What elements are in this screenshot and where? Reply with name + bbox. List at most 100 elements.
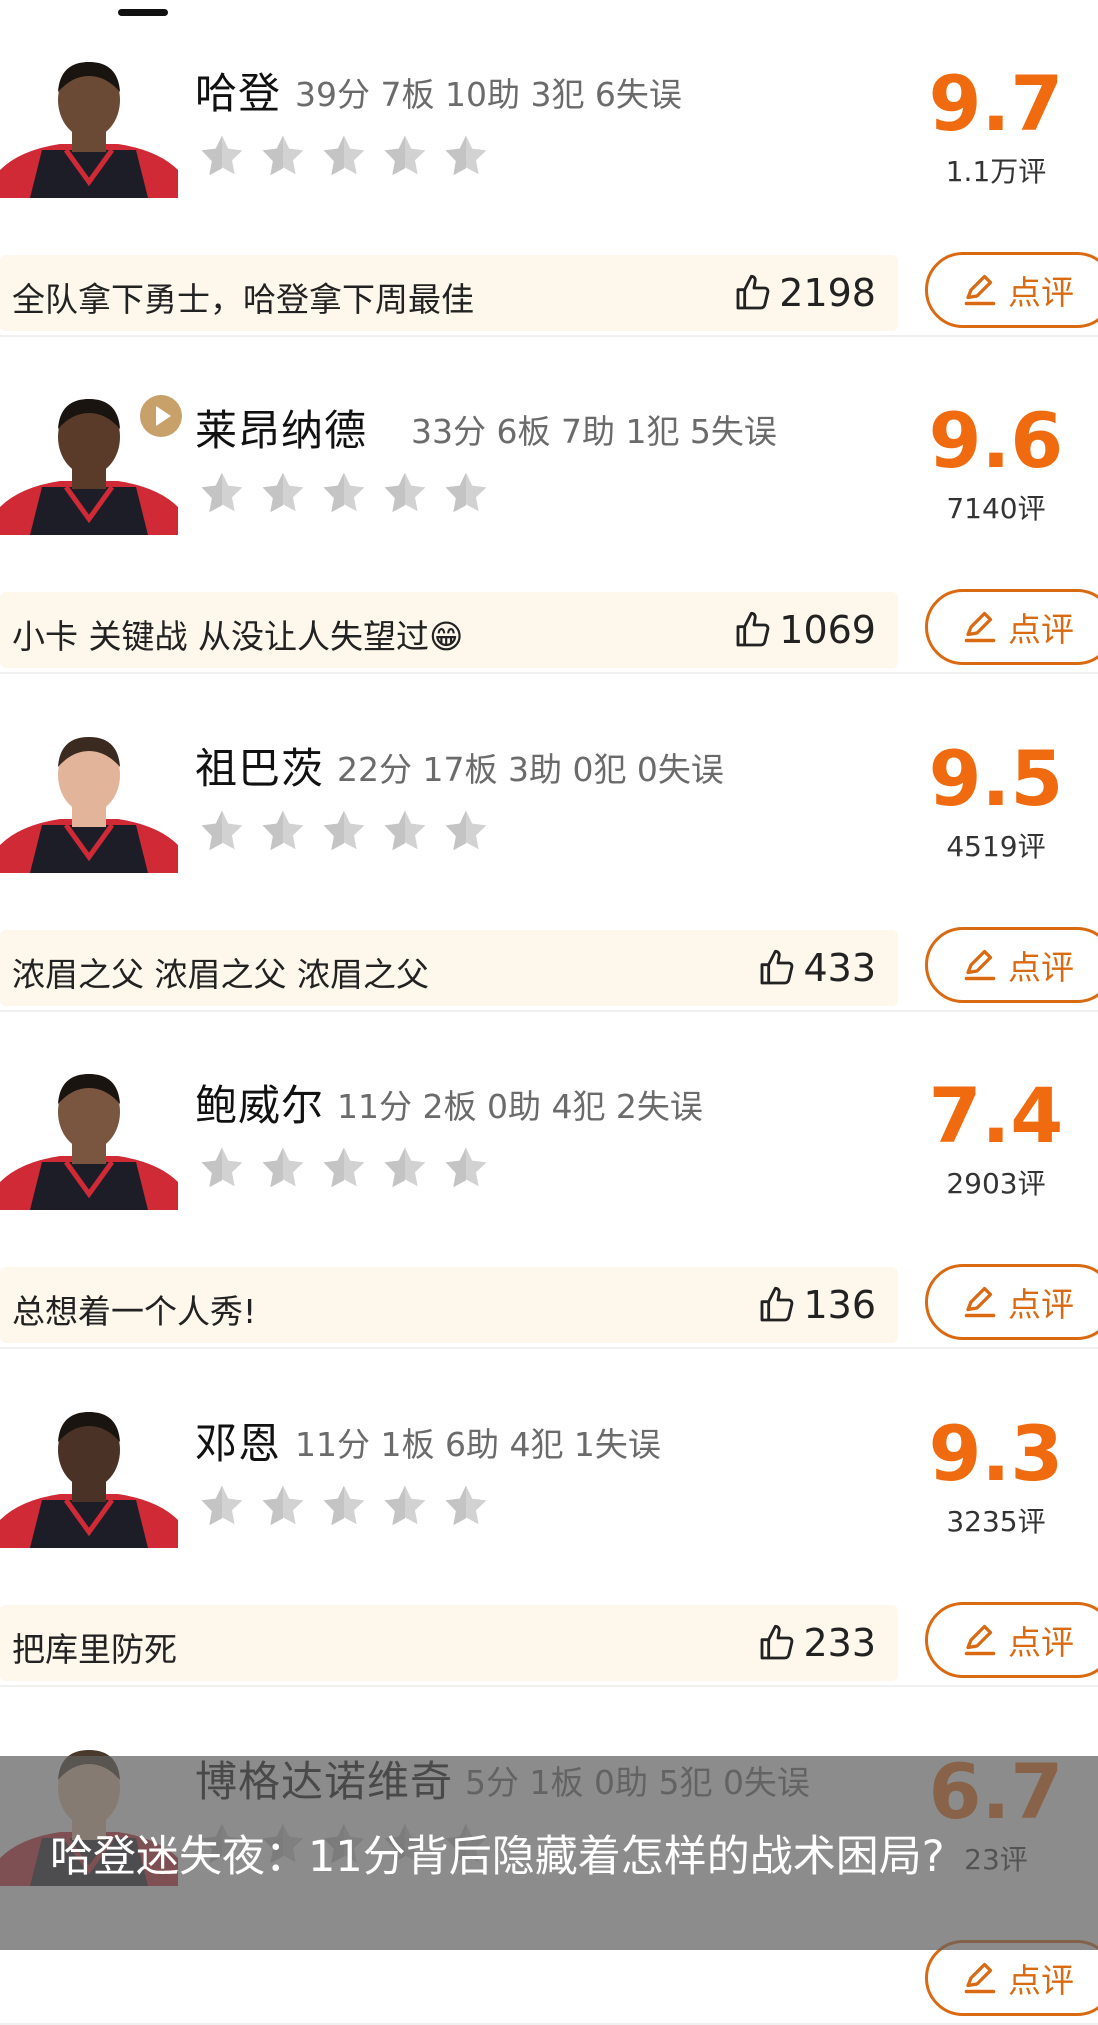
star-icon[interactable] xyxy=(442,132,490,180)
player-name[interactable]: 哈登 xyxy=(195,60,281,121)
star-icon[interactable] xyxy=(442,1144,490,1192)
pencil-icon xyxy=(964,274,996,306)
player-stats: 11分 1板 6助 4犯 1失误 xyxy=(295,1425,661,1464)
rating-stars[interactable] xyxy=(198,132,490,180)
player-name[interactable]: 莱昂纳德 xyxy=(195,397,367,458)
like-count: 2198 xyxy=(779,271,876,315)
star-icon[interactable] xyxy=(320,469,368,517)
caption-overlay: 哈登迷失夜：11分背后隐藏着怎样的战术困局? xyxy=(0,1756,1098,1950)
star-icon[interactable] xyxy=(259,1144,307,1192)
vote-count: 1.1万评 xyxy=(945,155,1047,188)
divider xyxy=(0,1347,1098,1349)
review-button[interactable]: 点评 xyxy=(925,927,1098,1003)
rating-stars[interactable] xyxy=(198,1482,490,1530)
pencil-icon xyxy=(964,1286,996,1318)
player-stats: 33分 6板 7助 1犯 5失误 xyxy=(411,412,777,451)
player-name[interactable]: 祖巴茨 xyxy=(195,735,324,796)
top-comment[interactable]: 总想着一个人秀! 136 xyxy=(0,1267,898,1343)
thumbs-up-icon xyxy=(736,274,770,310)
divider xyxy=(0,672,1098,674)
review-button-label: 点评 xyxy=(1008,610,1074,649)
pencil-icon xyxy=(964,1962,996,1994)
player-name[interactable]: 邓恩 xyxy=(195,1410,281,1471)
star-icon[interactable] xyxy=(442,469,490,517)
player-stats: 39分 7板 10助 3犯 6失误 xyxy=(295,75,682,114)
star-icon[interactable] xyxy=(198,1144,246,1192)
vote-count: 3235评 xyxy=(946,1505,1046,1538)
star-icon[interactable] xyxy=(198,1482,246,1530)
star-icon[interactable] xyxy=(381,1144,429,1192)
thumbs-up-icon xyxy=(736,611,770,647)
player-stats: 22分 17板 3助 0犯 0失误 xyxy=(337,750,724,789)
star-icon[interactable] xyxy=(442,807,490,855)
star-icon[interactable] xyxy=(381,132,429,180)
overlay-title: 哈登迷失夜：11分背后隐藏着怎样的战术困局? xyxy=(50,1832,945,1882)
star-icon[interactable] xyxy=(381,469,429,517)
top-comment[interactable]: 浓眉之父 浓眉之父 浓眉之父 433 xyxy=(0,930,898,1006)
comment-text: 小卡 关键战 从没让人失望过😁 xyxy=(12,617,464,656)
player-card[interactable]: 鲍威尔 11分 2板 0助 4犯 2失误 7.4 2903评 总想着一个人秀! 136 点评 xyxy=(0,1012,1098,1349)
review-button[interactable]: 点评 xyxy=(925,589,1098,665)
review-button[interactable]: 点评 xyxy=(925,252,1098,328)
star-icon[interactable] xyxy=(320,1482,368,1530)
review-button-label: 点评 xyxy=(1008,1623,1074,1662)
vote-count: 7140评 xyxy=(946,492,1046,525)
like-button[interactable]: 136 xyxy=(757,1283,876,1327)
play-icon[interactable] xyxy=(140,395,182,437)
vote-count: 4519评 xyxy=(946,830,1046,863)
thumbs-up-icon xyxy=(761,1286,794,1322)
player-card[interactable]: 哈登 39分 7板 10助 3犯 6失误 9.7 1.1万评 全队拿下勇士，哈登拿下周最… xyxy=(0,0,1098,337)
player-card[interactable]: 邓恩 11分 1板 6助 4犯 1失误 9.3 3235评 把库里防死 233 点评 xyxy=(0,1350,1098,1687)
like-button[interactable]: 233 xyxy=(757,1621,876,1665)
star-icon[interactable] xyxy=(381,807,429,855)
star-icon[interactable] xyxy=(259,1482,307,1530)
top-comment[interactable]: 全队拿下勇士，哈登拿下周最佳 2198 xyxy=(0,255,898,331)
player-card[interactable]: 祖巴茨 22分 17板 3助 0犯 0失误 9.5 4519评浓眉之父 浓眉之父 浓眉… xyxy=(0,675,1098,1012)
comment-text: 全队拿下勇士，哈登拿下周最佳 xyxy=(12,280,474,319)
review-button-label: 点评 xyxy=(1008,1961,1074,2000)
comment-text: 把库里防死 xyxy=(12,1630,177,1669)
thumbs-up-icon xyxy=(761,949,794,985)
like-count: 433 xyxy=(803,946,876,990)
star-icon[interactable] xyxy=(198,132,246,180)
rating-stars[interactable] xyxy=(198,1144,490,1192)
rating-stars[interactable] xyxy=(198,469,490,517)
review-button-label: 点评 xyxy=(1008,1285,1074,1324)
top-comment[interactable]: 小卡 关键战 从没让人失望过😁 1069 xyxy=(0,592,898,668)
review-button-label: 点评 xyxy=(1008,948,1074,987)
player-score: 9.6 xyxy=(928,396,1064,485)
star-icon[interactable] xyxy=(259,807,307,855)
player-photo xyxy=(0,1412,178,1548)
avatar[interactable] xyxy=(0,1408,178,1548)
player-score: 7.4 xyxy=(928,1071,1064,1160)
star-icon[interactable] xyxy=(259,132,307,180)
divider xyxy=(0,1685,1098,1687)
review-button[interactable]: 点评 xyxy=(925,1264,1098,1340)
like-button[interactable]: 2198 xyxy=(733,271,876,315)
player-name[interactable]: 鲍威尔 xyxy=(195,1072,324,1133)
player-card[interactable]: 莱昂纳德 33分 6板 7助 1犯 5失误 9.6 7140评小卡 关键战 从没让人失… xyxy=(0,337,1098,674)
rating-stars[interactable] xyxy=(198,807,490,855)
like-count: 136 xyxy=(803,1283,876,1327)
star-icon[interactable] xyxy=(320,132,368,180)
player-stats: 11分 2板 0助 4犯 2失误 xyxy=(337,1087,703,1126)
pencil-icon xyxy=(964,611,996,643)
star-icon[interactable] xyxy=(320,1144,368,1192)
star-icon[interactable] xyxy=(381,1482,429,1530)
top-comment[interactable]: 把库里防死 233 xyxy=(0,1605,898,1681)
player-score: 9.5 xyxy=(928,734,1064,823)
avatar[interactable] xyxy=(0,733,178,873)
star-icon[interactable] xyxy=(320,807,368,855)
review-button[interactable]: 点评 xyxy=(925,1940,1098,2016)
player-photo xyxy=(0,62,178,198)
review-button[interactable]: 点评 xyxy=(925,1602,1098,1678)
avatar[interactable] xyxy=(0,58,178,198)
like-count: 233 xyxy=(803,1621,876,1665)
avatar[interactable] xyxy=(0,1070,178,1210)
like-button[interactable]: 433 xyxy=(757,946,876,990)
star-icon[interactable] xyxy=(259,469,307,517)
star-icon[interactable] xyxy=(198,807,246,855)
like-button[interactable]: 1069 xyxy=(733,608,876,652)
star-icon[interactable] xyxy=(198,469,246,517)
star-icon[interactable] xyxy=(442,1482,490,1530)
